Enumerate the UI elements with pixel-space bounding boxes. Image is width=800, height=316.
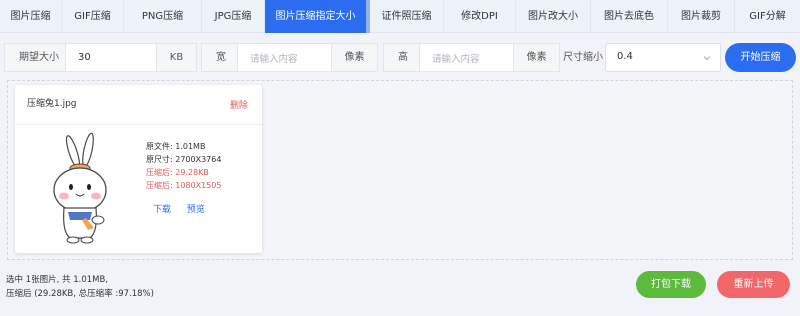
tab-jpg-compress[interactable]: JPG压缩	[202, 0, 265, 33]
original-dimensions: 原尺寸: 2700X3764	[146, 155, 222, 164]
tab-png-compress[interactable]: PNG压缩	[124, 0, 202, 33]
delete-button[interactable]: 删除	[230, 98, 248, 111]
scale-select[interactable]: 0.4	[605, 43, 721, 72]
tab-crop-image[interactable]: 图片裁剪	[668, 0, 735, 33]
compressed-file-size: 压缩后: 29.28KB	[146, 168, 209, 177]
expected-size-field: 期望大小 30 KB	[4, 43, 197, 72]
height-input[interactable]: 请输入内容	[420, 51, 513, 65]
height-field: 高 请输入内容 像素	[383, 43, 560, 72]
tab-remove-background[interactable]: 图片去底色	[591, 0, 668, 33]
height-unit: 像素	[513, 44, 559, 71]
file-actions: 下载 预览	[153, 202, 218, 215]
chevron-down-icon	[703, 56, 711, 61]
expected-size-input[interactable]: 30	[66, 52, 156, 63]
start-compress-button[interactable]: 开始压缩	[725, 43, 796, 72]
tab-gif-split[interactable]: GIF分解	[735, 0, 800, 33]
scale-label: 尺寸缩小	[563, 52, 603, 63]
tool-tab-bar: 图片压缩 GIF压缩 PNG压缩 JPG压缩 图片压缩指定大小 证件照压缩 修改…	[0, 0, 800, 33]
width-unit: 像素	[331, 44, 377, 71]
width-label: 宽	[202, 44, 238, 71]
width-field: 宽 请输入内容 像素	[201, 43, 378, 72]
tab-modify-dpi[interactable]: 修改DPI	[444, 0, 516, 33]
tab-image-compress[interactable]: 图片压缩	[0, 0, 62, 33]
original-file-size: 原文件: 1.01MB	[146, 142, 206, 151]
file-card-header: 压缩兔1.jpg 删除	[15, 85, 262, 125]
compressed-dimensions: 压缩后: 1080X1505	[146, 181, 222, 190]
preview-link[interactable]: 预览	[187, 205, 205, 215]
tab-id-photo-compress[interactable]: 证件照压缩	[370, 0, 444, 33]
summary-selected: 选中 1张图片, 共 1.01MB,	[6, 275, 109, 285]
summary-compressed: 压缩后 (29.28KB, 总压缩率 :97.18%)	[6, 289, 154, 299]
width-input[interactable]: 请输入内容	[238, 51, 331, 65]
rabbit-thumbnail-image	[53, 132, 107, 244]
tab-resize-image[interactable]: 图片改大小	[516, 0, 591, 33]
tab-compress-to-size[interactable]: 图片压缩指定大小	[265, 0, 366, 33]
height-label: 高	[384, 44, 420, 71]
scale-select-value: 0.4	[617, 51, 633, 62]
reupload-button[interactable]: 重新上传	[717, 271, 790, 298]
tab-gif-compress[interactable]: GIF压缩	[62, 0, 124, 33]
file-card: 压缩兔1.jpg 删除 原文件: 1.01MB 原尺寸: 2700X3764 压…	[15, 85, 262, 253]
file-info: 原文件: 1.01MB 原尺寸: 2700X3764 压缩后: 29.28KB …	[146, 140, 221, 192]
expected-size-unit: KB	[156, 44, 196, 71]
expected-size-label: 期望大小	[5, 44, 66, 71]
pack-download-button[interactable]: 打包下载	[636, 271, 706, 298]
file-name: 压缩兔1.jpg	[27, 99, 77, 109]
download-link[interactable]: 下载	[153, 205, 171, 215]
